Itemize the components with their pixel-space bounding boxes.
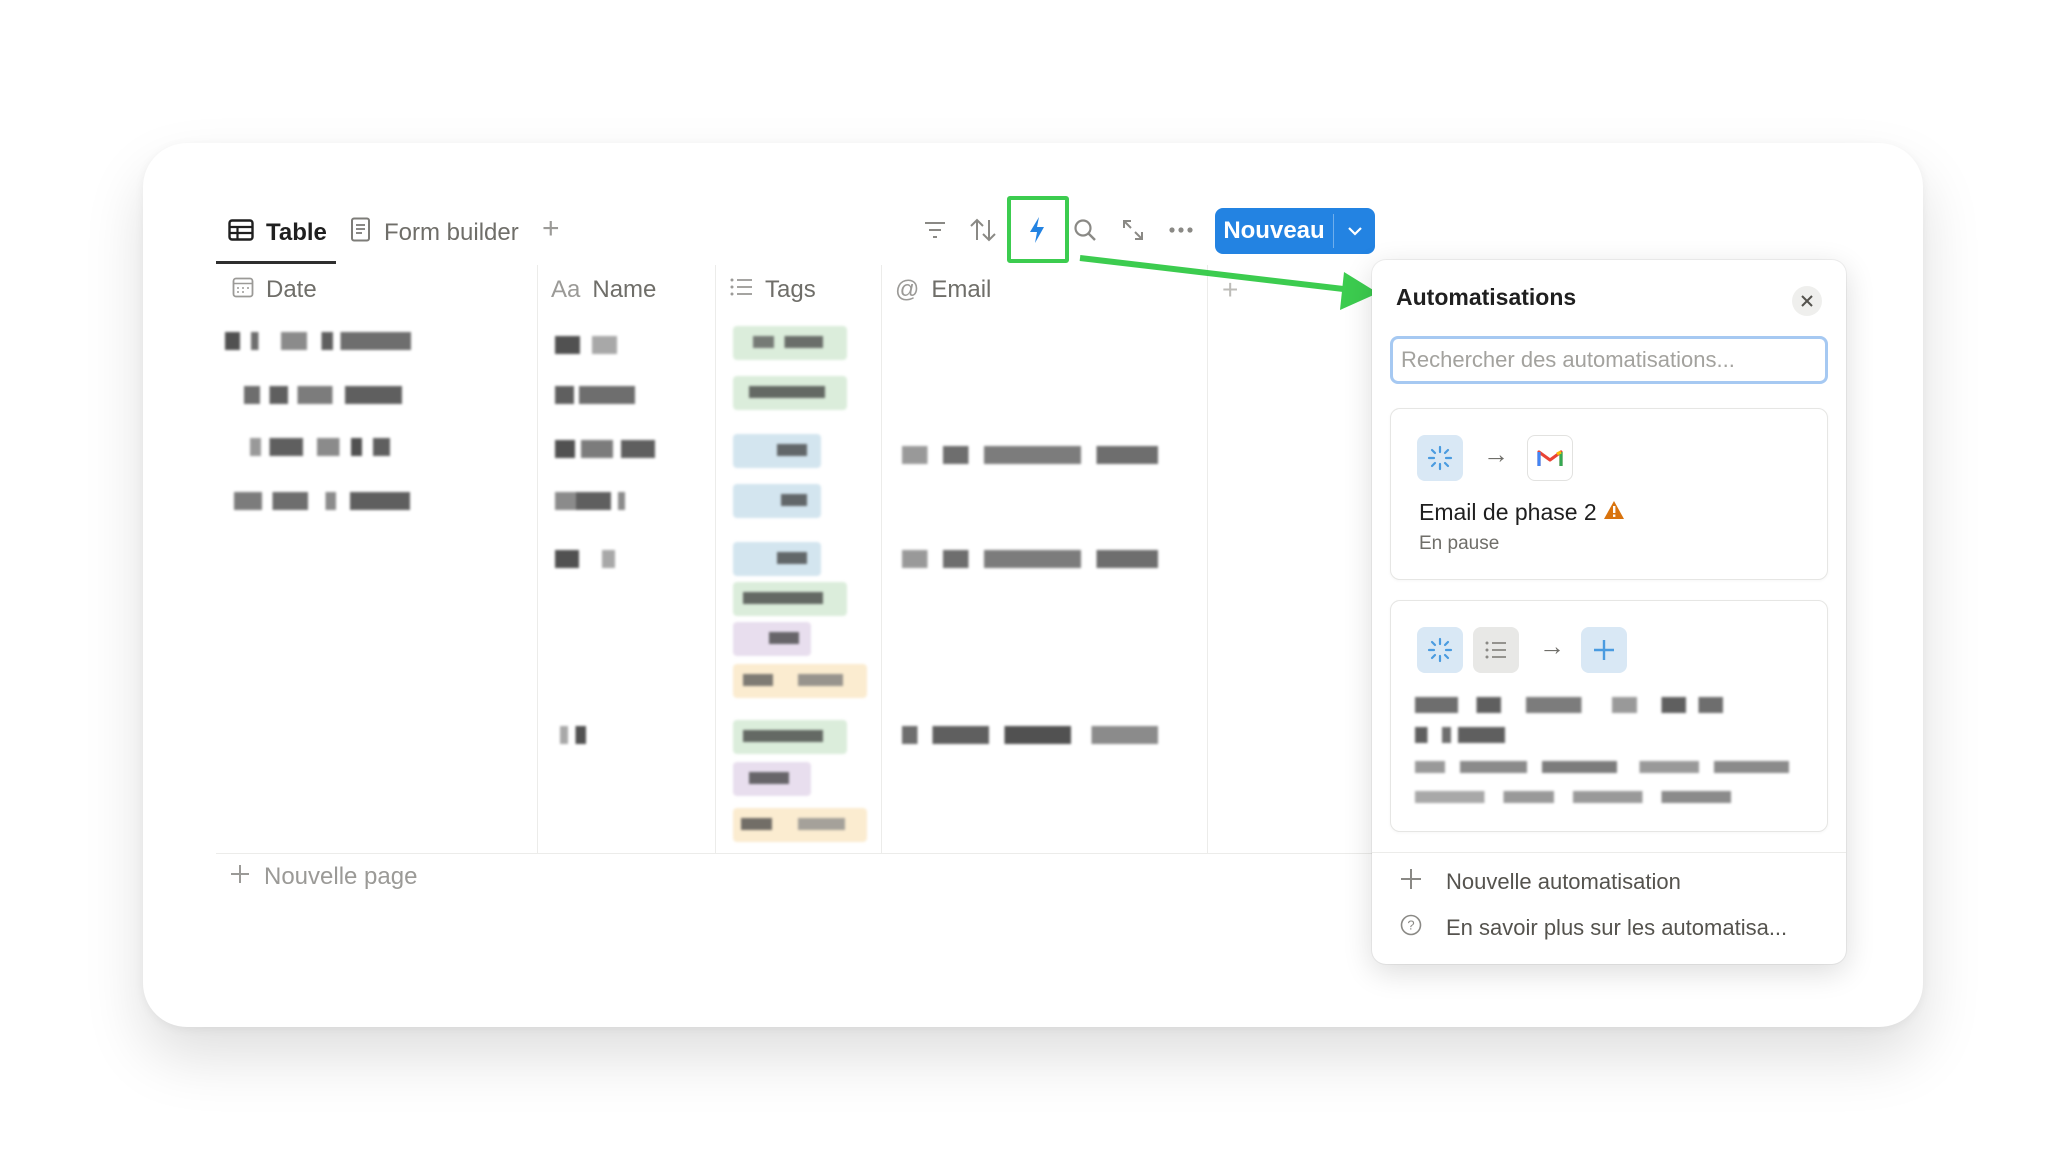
automation-card[interactable]: → Email de phase 2 En pause: [1390, 408, 1828, 580]
new-automation-label: Nouvelle automatisation: [1446, 869, 1681, 894]
automation-card[interactable]: →: [1390, 600, 1828, 832]
redacted-title: [1415, 727, 1505, 743]
automations-popup: Automatisations → Email de phase 2 En pa…: [1372, 260, 1846, 964]
automation-status: En pause: [1419, 533, 1500, 554]
help-icon: ?: [1400, 914, 1422, 942]
plus-icon: [1400, 868, 1422, 896]
redacted-description: [1415, 791, 1731, 803]
redacted-title: [1415, 697, 1723, 713]
plus-icon: [1581, 627, 1627, 673]
sparkle-icon: [1417, 435, 1463, 481]
list-icon: [1473, 627, 1519, 673]
redacted-description: [1415, 761, 1789, 773]
new-automation-button[interactable]: Nouvelle automatisation: [1400, 868, 1681, 896]
close-icon[interactable]: [1792, 286, 1822, 316]
popup-divider: [1372, 852, 1846, 853]
arrow-right-icon: →: [1539, 631, 1565, 661]
learn-more-link[interactable]: ? En savoir plus sur les automatisa...: [1400, 914, 1787, 942]
svg-text:?: ?: [1407, 918, 1414, 933]
automation-title-text: Email de phase 2: [1419, 499, 1597, 525]
warning-icon: [1603, 499, 1625, 526]
popup-title: Automatisations: [1396, 284, 1577, 310]
sparkle-icon: [1417, 627, 1463, 673]
learn-more-label: En savoir plus sur les automatisa...: [1446, 915, 1788, 940]
automation-title: Email de phase 2: [1419, 499, 1625, 526]
gmail-icon: [1527, 435, 1573, 481]
arrow-right-icon: →: [1483, 439, 1509, 469]
search-input[interactable]: [1390, 336, 1828, 384]
